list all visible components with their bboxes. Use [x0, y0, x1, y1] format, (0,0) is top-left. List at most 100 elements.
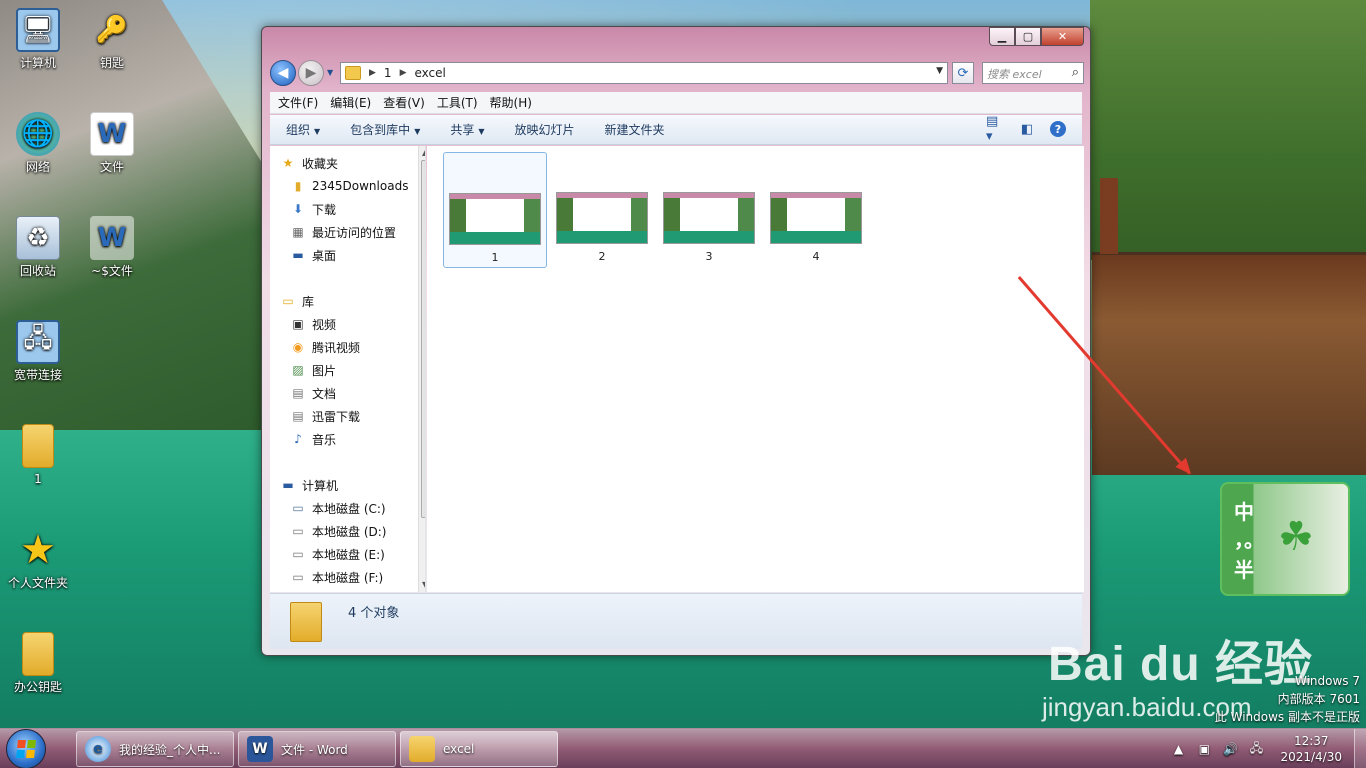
show-desktop-button[interactable] — [1354, 729, 1366, 768]
nav-item-drive-f[interactable]: ▭ 本地磁盘 (F:) — [290, 567, 383, 587]
clock[interactable]: 12:37 2021/4/30 — [1280, 733, 1342, 765]
desktop-icon-broadband[interactable]: 🖧 宽带连接 — [0, 320, 76, 382]
file-item-3[interactable]: 3 — [657, 152, 761, 268]
maximize-button[interactable]: ▢ — [1015, 27, 1041, 46]
computer-icon: 🖥 — [16, 8, 60, 52]
nav-item-tencent-video[interactable]: ◉ 腾讯视频 — [290, 337, 360, 357]
desktop-icon-recycle-bin[interactable]: ♻ 回收站 — [0, 216, 76, 278]
menu-view[interactable]: 查看(V) — [383, 94, 425, 111]
new-folder-button[interactable]: 新建文件夹 — [605, 121, 665, 138]
desktop-icon-temp-file[interactable]: W ~$文件 — [74, 216, 150, 278]
taskbar-item-word[interactable]: W 文件 - Word — [238, 731, 396, 767]
nav-item-downloads[interactable]: ⬇ 下载 — [290, 199, 336, 219]
forward-button[interactable]: ▶ — [298, 60, 324, 86]
nav-libraries[interactable]: ▭ 库 — [280, 291, 314, 311]
desktop-icon-file[interactable]: W 文件 — [74, 112, 150, 174]
nav-item-drive-d[interactable]: ▭ 本地磁盘 (D:) — [290, 521, 386, 541]
windows-version-text: Windows 7 内部版本 7601 此 Windows 副本不是正版 — [1214, 674, 1360, 724]
ime-half-width[interactable]: 半 — [1234, 554, 1254, 583]
file-list: 1 2 3 4 — [427, 146, 1084, 592]
preview-pane-icon[interactable]: ◧ — [1018, 121, 1036, 137]
network-status-icon[interactable]: 🖧 — [1246, 739, 1266, 760]
desktop-icon-network[interactable]: 🌐 网络 — [0, 112, 76, 174]
navigation-pane: ★ 收藏夹 ▮ 2345Downloads ⬇ 下载 ▦ 最近访问的位置 ▬ 桌面 ▭ 库 … — [270, 146, 426, 592]
share-button[interactable]: 共享 ▼ — [450, 121, 484, 138]
ime-status-bar[interactable]: 中 ，。 半 ☘ — [1220, 482, 1350, 596]
desktop-icon-computer[interactable]: 🖥 计算机 — [0, 8, 76, 70]
nav-item-videos[interactable]: ▣ 视频 — [290, 314, 336, 334]
nav-scrollbar[interactable]: ▲ ▼ — [418, 146, 425, 592]
desktop-icon-office-keys[interactable]: 办公钥匙 — [0, 632, 76, 694]
organize-button[interactable]: 组织 ▼ — [286, 121, 320, 138]
nav-item-drive-c[interactable]: ▭ 本地磁盘 (C:) — [290, 498, 385, 518]
include-in-library-button[interactable]: 包含到库中 ▼ — [350, 121, 420, 138]
chevron-down-icon: ▼ — [414, 127, 421, 136]
folder-icon — [22, 424, 54, 468]
star-icon: ★ — [20, 527, 56, 573]
back-button[interactable]: ◀ — [270, 60, 296, 86]
nav-item-documents[interactable]: ▤ 文档 — [290, 383, 336, 403]
search-input[interactable]: 搜索 excel ⌕ — [982, 62, 1084, 84]
help-icon[interactable]: ? — [1050, 121, 1066, 137]
taskbar-item-explorer[interactable]: excel — [400, 731, 558, 767]
start-button[interactable] — [6, 729, 46, 768]
word-icon: W — [247, 736, 273, 762]
slideshow-button[interactable]: 放映幻灯片 — [515, 121, 575, 138]
nav-item-desktop[interactable]: ▬ 桌面 — [290, 245, 336, 265]
recent-pages-dropdown[interactable]: ▼ — [327, 68, 333, 77]
desktop-icon-folder-1[interactable]: 1 — [0, 424, 76, 486]
explorer-window[interactable]: ▁ ▢ ✕ ◀ ▶ ▼ ▶ 1 ▶ excel ▼ ⟳ 搜索 excel ⌕ 文… — [261, 26, 1091, 656]
nav-item-pictures[interactable]: ▨ 图片 — [290, 360, 336, 380]
file-item-1[interactable]: 1 — [443, 152, 547, 268]
details-pane: 4 个对象 — [270, 593, 1082, 649]
pictures-icon: ▨ — [292, 363, 304, 377]
nav-item-music[interactable]: ♪ 音乐 — [290, 429, 336, 449]
close-button[interactable]: ✕ — [1041, 27, 1084, 46]
chevron-right-icon: ▶ — [399, 68, 407, 78]
item-count: 4 个对象 — [348, 606, 400, 621]
ime-mode-chinese[interactable]: 中 — [1234, 496, 1254, 525]
nav-item-recent-places[interactable]: ▦ 最近访问的位置 — [290, 222, 396, 242]
menu-help[interactable]: 帮助(H) — [490, 94, 532, 111]
computer-icon: ▬ — [282, 478, 294, 492]
image-thumbnail — [449, 193, 541, 245]
clock-time: 12:37 — [1293, 734, 1329, 748]
navigation-row: ◀ ▶ ▼ ▶ 1 ▶ excel ▼ ⟳ 搜索 excel ⌕ — [270, 60, 1084, 86]
scroll-down-icon[interactable]: ▼ — [422, 580, 425, 589]
nav-item-2345downloads[interactable]: ▮ 2345Downloads — [290, 176, 409, 196]
taskbar-item-browser[interactable]: e 我的经验_个人中... — [76, 731, 234, 767]
breadcrumb-root[interactable]: 1 — [384, 66, 392, 80]
desktop-icon-personal-folder[interactable]: ★ 个人文件夹 — [0, 527, 76, 590]
ime-punctuation[interactable]: ，。 — [1234, 524, 1264, 553]
desktop-icon-keys[interactable]: 🔑 钥匙 — [74, 8, 150, 70]
search-placeholder: 搜索 excel — [987, 68, 1042, 81]
scroll-up-icon[interactable]: ▲ — [422, 148, 425, 157]
system-tray: ▲ ▣ 🔊 🖧 12:37 2021/4/30 — [1168, 729, 1366, 768]
show-hidden-icons-icon[interactable]: ▲ — [1168, 742, 1188, 756]
search-icon[interactable]: ⌕ — [1072, 65, 1079, 80]
nav-favorites[interactable]: ★ 收藏夹 — [280, 153, 338, 173]
file-item-4[interactable]: 4 — [764, 152, 868, 268]
address-bar[interactable]: ▶ 1 ▶ excel ▼ — [340, 62, 948, 84]
clover-icon: ☘ — [1278, 514, 1314, 560]
drive-icon: ▭ — [292, 547, 304, 561]
scroll-thumb[interactable] — [421, 160, 425, 518]
volume-icon[interactable]: 🔊 — [1220, 742, 1240, 756]
desktop-icon: ▬ — [292, 248, 304, 262]
nav-item-thunder-downloads[interactable]: ▤ 迅雷下载 — [290, 406, 360, 426]
menu-tools[interactable]: 工具(T) — [437, 94, 478, 111]
view-options-icon[interactable]: ▤ ▾ — [986, 114, 1004, 144]
nav-computer[interactable]: ▬ 计算机 — [280, 475, 338, 495]
broadband-icon: 🖧 — [16, 320, 60, 364]
folder-icon — [345, 66, 361, 80]
refresh-button[interactable]: ⟳ — [952, 62, 974, 84]
menu-edit[interactable]: 编辑(E) — [330, 94, 371, 111]
file-item-2[interactable]: 2 — [550, 152, 654, 268]
device-icon[interactable]: ▣ — [1194, 742, 1214, 756]
nav-item-drive-e[interactable]: ▭ 本地磁盘 (E:) — [290, 544, 384, 564]
chevron-down-icon[interactable]: ▼ — [936, 66, 943, 76]
minimize-button[interactable]: ▁ — [989, 27, 1015, 46]
breadcrumb-current[interactable]: excel — [414, 66, 445, 80]
menu-file[interactable]: 文件(F) — [278, 94, 318, 111]
tencent-video-icon: ◉ — [292, 340, 304, 354]
